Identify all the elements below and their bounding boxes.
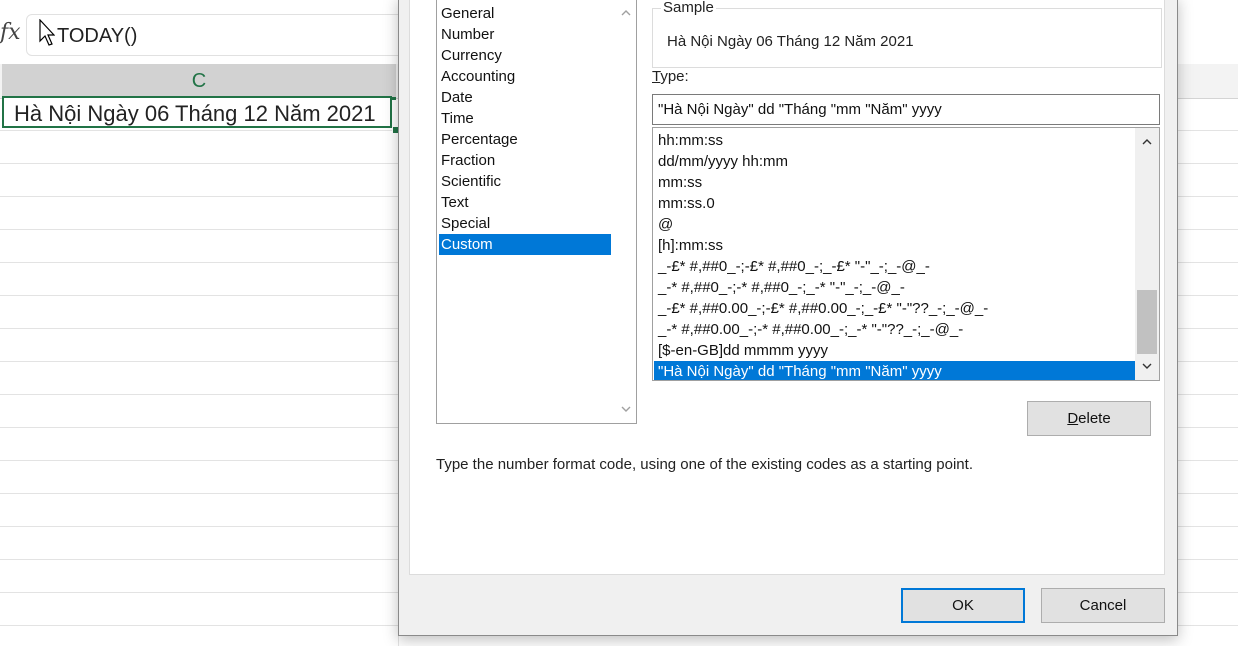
scroll-up-arrow-icon[interactable] [1141, 136, 1153, 148]
category-item[interactable]: Date [439, 87, 611, 108]
category-item[interactable]: Accounting [439, 66, 611, 87]
format-code-item[interactable]: [$-en-GB]dd mmmm yyyy [654, 340, 1135, 361]
format-code-list[interactable]: "Hà Nội Ngày" dd "Tháng "mm "Năm" yyyy [$… [652, 127, 1160, 381]
format-code-item[interactable]: _-* #,##0_-;-* #,##0_-;_-* "-"_-;_-@_- [654, 277, 1135, 298]
format-code-scrollbar[interactable] [1135, 128, 1159, 380]
category-item[interactable]: Fraction [439, 150, 611, 171]
category-item[interactable]: Special [439, 213, 611, 234]
category-item[interactable]: Number [439, 24, 611, 45]
category-item[interactable]: Percentage [439, 129, 611, 150]
mouse-cursor-icon [39, 19, 55, 46]
type-label-rest: ype: [660, 68, 689, 85]
category-item[interactable]: Text [439, 192, 611, 213]
delete-button-mnemonic: D [1067, 410, 1079, 427]
category-list[interactable]: Custom Special Text Scientific Fraction Perce… [436, 0, 637, 424]
scroll-up-arrow-icon[interactable] [620, 7, 632, 19]
format-code-item[interactable]: _-* #,##0.00_-;-* #,##0.00_-;_-* "-"??_-… [654, 319, 1135, 340]
format-cells-dialog: Custom Special Text Scientific Fraction Perce… [398, 0, 1178, 636]
ok-button[interactable]: OK [901, 588, 1025, 623]
formula-text: TODAY() [57, 25, 138, 47]
format-code-item[interactable]: [h]:mm:ss [654, 235, 1135, 256]
sample-label: Sample [661, 0, 716, 16]
category-item[interactable]: Currency [439, 45, 611, 66]
format-code-item[interactable]: hh:mm:ss [654, 130, 1135, 151]
format-code-item[interactable]: _-£* #,##0.00_-;-£* #,##0.00_-;_-£* "-"?… [654, 298, 1135, 319]
format-code-item[interactable]: dd/mm/yyyy hh:mm [654, 151, 1135, 172]
column-header-c[interactable]: C [2, 64, 396, 100]
dialog-content-panel: Custom Special Text Scientific Fraction Perce… [409, 0, 1165, 575]
scroll-down-arrow-icon[interactable] [620, 403, 632, 415]
sample-group: Sample Hà Nội Ngày 06 Tháng 12 Năm 2021 [652, 0, 1162, 68]
delete-button-label: elete [1078, 410, 1111, 427]
category-item[interactable]: General [439, 3, 611, 24]
category-scrollbar[interactable] [616, 0, 636, 423]
help-text: Type the number format code, using one o… [436, 456, 973, 473]
cancel-button[interactable]: Cancel [1041, 588, 1165, 623]
type-label: Type: [652, 68, 689, 85]
format-code-item[interactable]: _-£* #,##0_-;-£* #,##0_-;_-£* "-"_-;_-@_… [654, 256, 1135, 277]
category-item[interactable]: Custom [439, 234, 611, 255]
worksheet-grid-right[interactable] [1176, 98, 1238, 646]
fx-icon[interactable]: fx [0, 20, 21, 45]
category-item[interactable]: Scientific [439, 171, 611, 192]
format-code-item[interactable]: @ [654, 214, 1135, 235]
sample-value: Hà Nội Ngày 06 Tháng 12 Năm 2021 [667, 33, 914, 50]
format-code-item[interactable]: "Hà Nội Ngày" dd "Tháng "mm "Năm" yyyy [654, 361, 1135, 380]
type-input[interactable]: "Hà Nội Ngày" dd "Tháng "mm "Năm" yyyy [652, 94, 1160, 125]
category-item[interactable]: Time [439, 108, 611, 129]
active-cell-c1[interactable]: Hà Nội Ngày 06 Tháng 12 Năm 2021 [2, 96, 392, 128]
scroll-down-arrow-icon[interactable] [1141, 360, 1153, 372]
delete-button[interactable]: Delete [1027, 401, 1151, 436]
format-code-item[interactable]: mm:ss [654, 172, 1135, 193]
scrollbar-thumb[interactable] [1137, 290, 1157, 354]
format-code-item[interactable]: mm:ss.0 [654, 193, 1135, 214]
